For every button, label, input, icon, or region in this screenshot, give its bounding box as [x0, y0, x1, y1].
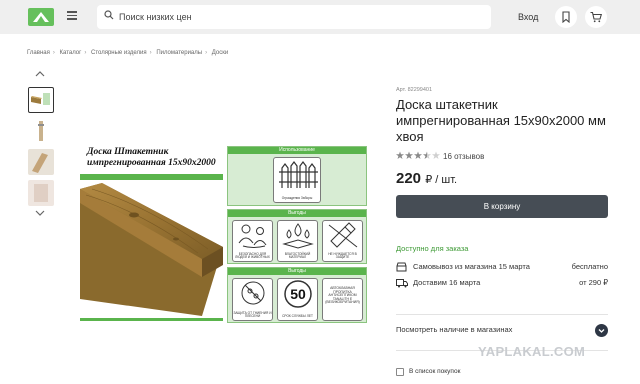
- panel-heading: Выгоды: [228, 268, 366, 275]
- logo[interactable]: [28, 8, 54, 26]
- search-input[interactable]: [119, 8, 479, 26]
- availability-status: Доступно для заказа: [396, 244, 469, 253]
- pickup-price: бесплатно: [571, 262, 608, 271]
- cart-button[interactable]: [585, 6, 607, 28]
- service-life-number: 50: [290, 286, 306, 302]
- people-animals-icon: [238, 224, 267, 248]
- cart-icon: [590, 11, 602, 23]
- benefit-cell: НЕ НУЖДАЕТСЯ В ЗАЩИТЕ: [322, 220, 363, 262]
- usage-panel: Использование Ограждения Заборы: [227, 146, 367, 206]
- price-unit: ₽ / шт.: [425, 174, 458, 186]
- thumbnail[interactable]: [28, 87, 54, 113]
- image-title: Доска Штакетник импрегнированная 15х90х2…: [87, 147, 216, 168]
- delivery-price: от 290 ₽: [579, 278, 608, 287]
- benefit-cell: ЗАЩИТА ОТ ГНИЕНИЯ И ПЛЕСЕНИ: [232, 278, 273, 321]
- breadcrumb-item[interactable]: Доски: [212, 50, 228, 56]
- rating-stars[interactable]: [396, 151, 440, 160]
- water-drops-icon: [282, 223, 314, 249]
- benefit-caption: АВТОКЛАВНАЯ ПРОПИТКА АНТИСЕПТИКОМ TANALI…: [325, 286, 360, 305]
- breadcrumb-item[interactable]: Столярные изделия: [91, 50, 147, 56]
- thumbnail-image: [28, 149, 54, 175]
- fence-icon: [279, 161, 318, 188]
- watermark: YAPLAKAL.COM: [478, 344, 586, 359]
- breadcrumb-item[interactable]: Каталог: [60, 50, 82, 56]
- menu-icon[interactable]: [63, 9, 81, 25]
- shopping-list-checkbox[interactable]: [396, 368, 404, 376]
- delivery-row: Доставим 16 марта от 290 ₽: [396, 277, 608, 289]
- benefit-cell: 50 СРОК СЛУЖБЫ ЛЕТ: [277, 278, 318, 321]
- usage-caption: Ограждения Заборы: [281, 196, 313, 201]
- benefit-cell: БЕЗОПАСНО ДЛЯ ЛЮДЕЙ И ЖИВОТНЫХ: [232, 220, 273, 262]
- delivery-label: Доставим 16 марта: [413, 278, 481, 287]
- search-bar[interactable]: [97, 5, 491, 29]
- no-brush-icon: [328, 222, 358, 248]
- thumbnail[interactable]: [28, 118, 54, 144]
- image-green-bar: [80, 174, 223, 180]
- chevron-up-icon[interactable]: [34, 70, 46, 78]
- benefit-caption: ЗАЩИТА ОТ ГНИЕНИЯ И ПЛЕСЕНИ: [233, 310, 272, 319]
- thumbnail-image: [29, 88, 52, 111]
- shopping-list-label[interactable]: В список покупок: [409, 368, 460, 375]
- panel-heading: Использование: [228, 147, 366, 154]
- usage-cell: Ограждения Заборы: [273, 157, 321, 203]
- add-to-cart-button[interactable]: В корзину: [396, 195, 608, 218]
- bookmark-icon: [562, 11, 570, 23]
- thumbnail[interactable]: [28, 180, 54, 206]
- benefit-caption: СРОК СЛУЖБЫ ЛЕТ: [282, 314, 313, 319]
- star-icon: [396, 151, 440, 159]
- price-value: 220: [396, 170, 422, 187]
- chevron-down-icon: [598, 329, 605, 333]
- image-green-bar: [80, 318, 223, 321]
- check-stores-link[interactable]: Посмотреть наличие в магазинах: [396, 325, 512, 334]
- benefit-cell: ВЛАГОСТОЙКИЙ МАТЕРИАЛ: [277, 220, 318, 262]
- search-icon: [104, 10, 114, 20]
- breadcrumb-item[interactable]: Пиломатериалы: [156, 50, 202, 56]
- expand-stores-button[interactable]: [595, 324, 608, 337]
- service-life-badge: 50: [284, 280, 312, 308]
- product-title: Доска штакетник импрегнированная 15х90х2…: [396, 97, 606, 144]
- benefits-panel: Выгоды БЕЗОПАСНО ДЛЯ ЛЮДЕЙ И ЖИВОТНЫХ ВЛ…: [227, 209, 367, 264]
- benefit-caption: НЕ НУЖДАЕТСЯ В ЗАЩИТЕ: [328, 251, 357, 260]
- benefit-cell: АВТОКЛАВНАЯ ПРОПИТКА АНТИСЕПТИКОМ TANALI…: [322, 278, 363, 321]
- thumbnail-image: [28, 180, 54, 206]
- divider: [396, 314, 608, 315]
- price: 220 ₽ / шт.: [396, 170, 457, 187]
- pickup-label: Самовывоз из магазина 15 марта: [413, 262, 530, 271]
- truck-icon: [396, 279, 408, 288]
- benefit-caption: ВЛАГОСТОЙКИЙ МАТЕРИАЛ: [284, 251, 311, 260]
- login-link[interactable]: Вход: [518, 12, 538, 22]
- no-mold-icon: [241, 281, 265, 305]
- panel-heading: Выгоды: [228, 210, 366, 217]
- reviews-link[interactable]: 16 отзывов: [443, 152, 484, 161]
- favorites-button[interactable]: [555, 6, 577, 28]
- thumbnail[interactable]: [28, 149, 54, 175]
- breadcrumb: Главная › Каталог › Столярные изделия › Пил…: [27, 50, 229, 56]
- product-image: Доска Штакетник импрегнированная 15х90х2…: [75, 143, 371, 323]
- store-icon: [396, 262, 407, 272]
- thumbnail-image: [28, 118, 54, 144]
- chevron-down-icon[interactable]: [34, 209, 46, 217]
- benefits-panel: Выгоды ЗАЩИТА ОТ ГНИЕНИЯ И ПЛЕСЕНИ 50 СР…: [227, 267, 367, 323]
- logo-icon: [33, 12, 49, 22]
- pickup-row: Самовывоз из магазина 15 марта бесплатно: [396, 261, 608, 273]
- article-number: Арт. 82299401: [396, 87, 433, 93]
- top-bar: Вход: [0, 0, 640, 34]
- breadcrumb-item[interactable]: Главная: [27, 50, 50, 56]
- benefit-caption: БЕЗОПАСНО ДЛЯ ЛЮДЕЙ И ЖИВОТНЫХ: [235, 251, 270, 260]
- wooden-board-image: [80, 183, 223, 316]
